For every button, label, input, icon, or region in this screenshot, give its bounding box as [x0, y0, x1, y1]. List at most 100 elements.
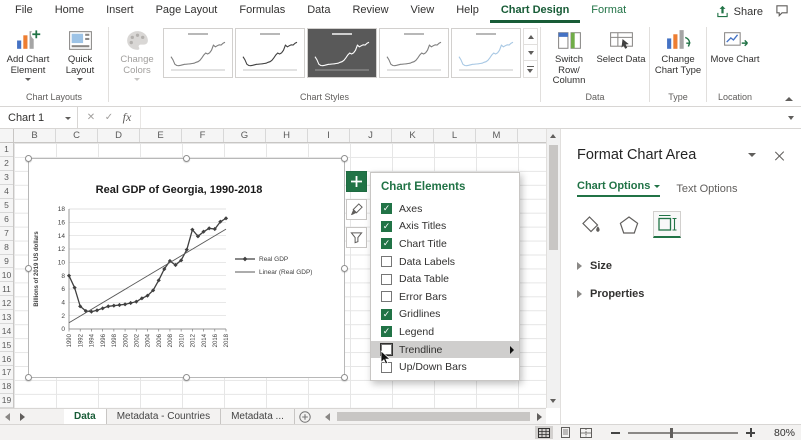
section-properties[interactable]: Properties	[577, 288, 785, 300]
size-properties-button[interactable]	[653, 211, 681, 238]
row-header-17[interactable]: 17	[0, 366, 13, 380]
vertical-scrollbar-thumb[interactable]	[549, 145, 558, 250]
chart-element-item-axes[interactable]: ✓ Axes	[371, 200, 519, 218]
row-header-16[interactable]: 16	[0, 352, 13, 366]
column-header-f[interactable]: F	[182, 129, 224, 142]
add-chart-element-button[interactable]: Add Chart Element	[2, 24, 54, 90]
select-all-corner[interactable]	[0, 129, 14, 143]
quick-layout-button[interactable]: Quick Layout	[54, 24, 106, 90]
chart-element-item-gridlines[interactable]: ✓ Gridlines	[371, 306, 519, 324]
ribbon-tab-data[interactable]: Data	[296, 0, 341, 23]
horizontal-scrollbar-thumb[interactable]	[336, 412, 530, 421]
horizontal-scrollbar[interactable]	[321, 409, 546, 424]
gallery-up-button[interactable]	[524, 29, 537, 45]
ribbon-tab-insert[interactable]: Insert	[95, 0, 145, 23]
sheet-tab-metadata[interactable]: Metadata ...	[221, 409, 295, 424]
checkbox-chart-title[interactable]: ✓	[381, 238, 392, 250]
checkbox-data-table[interactable]	[381, 273, 392, 285]
row-header-1[interactable]: 1	[0, 143, 13, 157]
checkbox-gridlines[interactable]: ✓	[381, 308, 392, 320]
row-header-5[interactable]: 5	[0, 199, 13, 213]
normal-view-button[interactable]	[535, 426, 553, 439]
row-header-15[interactable]: 15	[0, 338, 13, 353]
column-header-e[interactable]: E	[140, 129, 182, 142]
page-break-view-button[interactable]	[577, 426, 595, 439]
row-header-7[interactable]: 7	[0, 227, 13, 241]
ribbon-tab-view[interactable]: View	[400, 0, 446, 23]
row-header-4[interactable]: 4	[0, 185, 13, 199]
zoom-slider[interactable]	[628, 427, 738, 438]
chart-style-thumbnail-2[interactable]	[235, 28, 305, 78]
chart-selection-handle[interactable]	[341, 155, 348, 162]
pane-options-caret-icon[interactable]	[748, 153, 756, 157]
sheet-tab-metadata-countries[interactable]: Metadata - Countries	[107, 409, 222, 424]
row-header-10[interactable]: 10	[0, 268, 13, 283]
column-header-k[interactable]: K	[392, 129, 434, 142]
chart-selection-handle[interactable]	[341, 265, 348, 272]
row-header-6[interactable]: 6	[0, 213, 13, 227]
column-header-c[interactable]: C	[56, 129, 98, 142]
zoom-slider-thumb[interactable]	[670, 427, 673, 438]
ribbon-tab-review[interactable]: Review	[341, 0, 399, 23]
page-layout-view-button[interactable]	[556, 426, 574, 439]
checkbox-axis-titles[interactable]: ✓	[381, 220, 392, 232]
expand-formula-bar-button[interactable]	[781, 107, 801, 128]
fill-line-button[interactable]	[577, 211, 605, 238]
zoom-in-button[interactable]	[746, 428, 755, 437]
chevron-right-icon[interactable]	[537, 413, 542, 421]
checkbox-axes[interactable]: ✓	[381, 203, 392, 215]
enter-button[interactable]: ✓	[100, 112, 118, 123]
chart-selection-handle[interactable]	[183, 374, 190, 381]
row-header-19[interactable]: 19	[0, 394, 13, 408]
chart-style-thumbnail-1[interactable]	[163, 28, 233, 78]
gallery-down-button[interactable]	[524, 45, 537, 61]
sheet-nav-right-button[interactable]	[15, 409, 30, 424]
ribbon-tab-page-layout[interactable]: Page Layout	[145, 0, 229, 23]
column-header-h[interactable]: H	[266, 129, 308, 142]
chart-element-item-up-down-bars[interactable]: Up/Down Bars	[371, 358, 519, 376]
row-header-18[interactable]: 18	[0, 380, 13, 394]
column-header-d[interactable]: D	[98, 129, 140, 142]
chart-style-thumbnail-3[interactable]	[307, 28, 377, 78]
chart-filters-button[interactable]	[346, 227, 367, 248]
comments-button[interactable]	[775, 4, 789, 20]
zoom-level[interactable]: 80%	[765, 427, 795, 439]
gallery-more-button[interactable]	[524, 61, 537, 77]
row-header-8[interactable]: 8	[0, 241, 13, 255]
effects-button[interactable]	[615, 211, 643, 238]
chart-style-thumbnail-4[interactable]	[379, 28, 449, 78]
sheet-nav-left-button[interactable]	[0, 409, 15, 424]
chart-selection-handle[interactable]	[25, 265, 32, 272]
chart-selection-handle[interactable]	[25, 155, 32, 162]
zoom-out-button[interactable]	[611, 431, 620, 434]
column-header-g[interactable]: G	[224, 129, 266, 142]
ribbon-tab-help[interactable]: Help	[445, 0, 490, 23]
checkbox-error-bars[interactable]	[381, 291, 392, 303]
chart-element-item-trendline[interactable]: Trendline	[371, 340, 519, 365]
row-header-14[interactable]: 14	[0, 324, 13, 339]
chart-element-item-axis-titles[interactable]: ✓ Axis Titles	[371, 218, 519, 236]
column-header-i[interactable]: I	[308, 129, 350, 142]
vertical-scrollbar[interactable]	[546, 129, 560, 408]
pane-close-icon[interactable]	[774, 150, 785, 161]
move-chart-button[interactable]: Move Chart	[709, 24, 761, 90]
chart-styles-button[interactable]	[346, 199, 367, 220]
select-data-button[interactable]: Select Data	[595, 24, 647, 90]
chart-style-thumbnail-5[interactable]	[451, 28, 521, 78]
chart-selection-handle[interactable]	[341, 374, 348, 381]
collapse-ribbon-icon[interactable]	[785, 97, 793, 101]
chart-element-item-data-table[interactable]: Data Table	[371, 270, 519, 288]
share-button[interactable]: Share	[716, 5, 763, 18]
chart-element-item-legend[interactable]: ✓ Legend	[371, 323, 519, 341]
chart-element-item-error-bars[interactable]: Error Bars	[371, 288, 519, 306]
name-box[interactable]: Chart 1	[0, 107, 78, 128]
tab-chart-options[interactable]: Chart Options	[577, 180, 661, 197]
chart-elements-button[interactable]	[346, 171, 367, 192]
chart-element-item-data-labels[interactable]: Data Labels	[371, 253, 519, 271]
chart-object[interactable]: 0 2 4 6 8 10 12 14 16 18 1990 1992 1994 1996 1998 2000 2…	[25, 155, 348, 381]
submenu-arrow-icon[interactable]	[510, 345, 514, 354]
column-header-m[interactable]: M	[476, 129, 518, 142]
change-chart-type-button[interactable]: Change Chart Type	[652, 24, 704, 90]
scroll-up-icon[interactable]	[550, 134, 556, 138]
row-header-12[interactable]: 12	[0, 296, 13, 311]
